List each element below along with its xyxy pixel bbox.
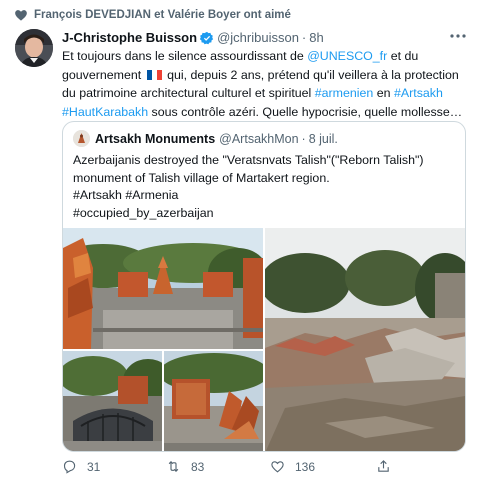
quoted-text-line: #Artsakh #Armenia xyxy=(73,188,179,202)
like-button[interactable]: 136 xyxy=(270,459,315,474)
quoted-text-line: monument of Talish village of Martakert … xyxy=(73,170,330,185)
quoted-tweet-text: Azerbaijanis destroyed the "Veratsnvats … xyxy=(73,152,458,222)
tweet-text-part: Et toujours dans le silence assourdissan… xyxy=(62,49,308,63)
media-image-sculptures[interactable] xyxy=(164,351,263,451)
reply-count: 31 xyxy=(87,459,101,474)
tweet-header: J-Christophe Buisson @jchribuisson · 8h xyxy=(62,30,468,45)
hashtag-link[interactable]: #HautKarabakh xyxy=(62,105,148,119)
heart-icon xyxy=(15,10,27,21)
media-grid xyxy=(63,228,465,451)
like-count: 136 xyxy=(295,459,316,474)
avatar-image xyxy=(15,29,53,67)
social-context[interactable]: François DEVEDJIAN et Valérie Boyer ont … xyxy=(15,9,291,21)
retweet-icon xyxy=(168,461,179,472)
verified-badge-icon xyxy=(200,31,214,44)
avatar[interactable] xyxy=(15,29,53,67)
hashtag-link[interactable]: #Artsakh xyxy=(394,86,443,100)
author-name[interactable]: J-Christophe Buisson xyxy=(62,30,197,45)
quoted-author-name[interactable]: Artsakh Monuments xyxy=(95,132,215,146)
quoted-tweet-header: Artsakh Monuments @ArtsakhMon · 8 juil. xyxy=(73,130,338,147)
author-handle[interactable]: @jchribuisson xyxy=(217,30,299,45)
quoted-author-handle[interactable]: @ArtsakhMon xyxy=(219,132,298,146)
media-image-rubble[interactable] xyxy=(265,228,465,451)
tweet-text: Et toujours dans le silence assourdissan… xyxy=(62,47,472,121)
media-image-monument[interactable] xyxy=(63,228,263,349)
mention-link[interactable]: @UNESCO_fr xyxy=(307,49,387,63)
quoted-avatar xyxy=(73,130,90,147)
hashtag-link[interactable]: #armenien xyxy=(315,86,374,100)
tweet-text-part: en xyxy=(373,86,394,100)
separator-dot: · xyxy=(301,131,306,146)
social-context-text: François DEVEDJIAN et Valérie Boyer ont … xyxy=(34,9,291,21)
share-button[interactable] xyxy=(376,459,401,474)
quoted-text-line: #occupied_by_azerbaijan xyxy=(73,205,214,220)
reply-button[interactable]: 31 xyxy=(62,459,100,474)
retweet-count: 83 xyxy=(191,459,205,474)
media-image-gate[interactable] xyxy=(63,351,162,451)
france-flag-icon xyxy=(146,69,162,80)
heart-outline-icon xyxy=(271,461,284,473)
quoted-tweet[interactable]: Artsakh Monuments @ArtsakhMon · 8 juil. … xyxy=(62,121,466,452)
tweet-actions: 31 83 136 xyxy=(62,459,472,481)
retweet-button[interactable]: 83 xyxy=(166,459,204,474)
tweet-text-part: sous contrôle azéri. Quelle hypocrisie, … xyxy=(148,104,463,119)
reply-icon xyxy=(63,460,76,474)
separator-dot: · xyxy=(301,30,307,45)
tweet-time[interactable]: 8h xyxy=(309,30,323,45)
quoted-tweet-time[interactable]: 8 juil. xyxy=(309,132,338,146)
more-options-icon[interactable] xyxy=(448,26,468,46)
share-icon xyxy=(378,460,389,472)
quoted-text-line: Azerbaijanis destroyed the "Veratsnvats … xyxy=(73,153,424,167)
